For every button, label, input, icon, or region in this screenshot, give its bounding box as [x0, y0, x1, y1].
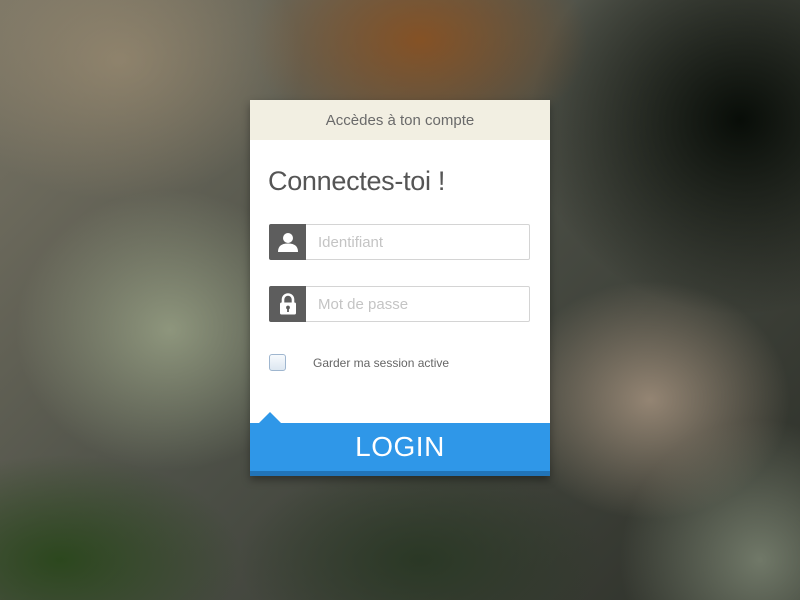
password-field [269, 286, 530, 322]
username-field [269, 224, 530, 260]
login-button[interactable]: LOGIN [250, 423, 550, 476]
user-icon [269, 224, 306, 260]
username-input[interactable] [306, 224, 530, 260]
card-header-title: Accèdes à ton compte [325, 111, 475, 129]
password-input[interactable] [306, 286, 530, 322]
form-heading: Connectes-toi ! [268, 166, 446, 196]
remember-session-checkbox[interactable] [269, 354, 286, 371]
lock-icon [269, 286, 306, 322]
login-notch [259, 412, 281, 423]
card-header: Accèdes à ton compte [250, 100, 550, 140]
remember-session-row: Garder ma session active [269, 354, 449, 371]
remember-session-label[interactable]: Garder ma session active [313, 356, 449, 370]
login-card: Accèdes à ton compte Connectes-toi ! Gar… [250, 100, 550, 476]
